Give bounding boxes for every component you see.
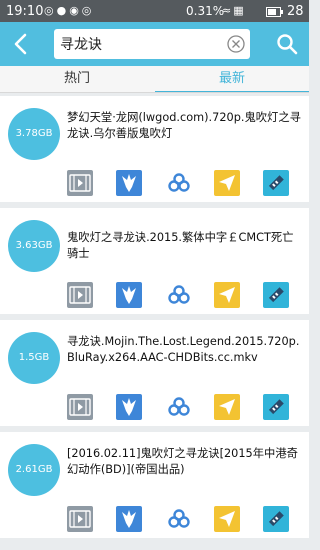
baidu-cloud-icon[interactable] [166,394,192,420]
size-badge: 3.78GB [8,108,60,160]
status-time: 19:10 [6,4,44,19]
thunder-download-icon[interactable] [116,394,142,420]
play-video-icon[interactable] [67,282,93,308]
signal-icons: ≈▦ [222,4,246,17]
status-bar: 19:10 ◎●◉◎ 0.31% ≈▦ 28 [0,0,309,22]
play-video-icon[interactable] [67,170,93,196]
magnet-link-icon[interactable] [263,170,289,196]
notification-icons: ◎●◉◎ [44,4,95,17]
tab-bar: 热门 最新 [0,66,309,93]
result-title[interactable]: 梦幻天堂·龙网(lwgod.com).720p.鬼吹灯之寻龙诀.乌尔善版鬼吹灯 [67,110,303,142]
top-toolbar [0,22,309,66]
battery-level: 28 [287,4,304,19]
back-arrow-icon[interactable] [8,30,36,58]
clear-circle-icon[interactable] [226,34,246,54]
search-input[interactable] [60,33,220,55]
action-bar [0,170,309,198]
play-video-icon[interactable] [67,506,93,532]
size-badge: 2.61GB [8,444,60,496]
result-card[interactable]: 2.61GB [2016.02.11]鬼吹灯之寻龙诀[2015年中港奇幻动作(B… [0,432,309,538]
status-data-usage: 0.31% [186,4,225,18]
tab-hot[interactable]: 热门 [0,66,154,93]
thunder-download-icon[interactable] [116,170,142,196]
size-badge: 3.63GB [8,220,60,272]
play-video-icon[interactable] [67,394,93,420]
magnet-link-icon[interactable] [263,282,289,308]
action-bar [0,506,309,534]
magnet-link-icon[interactable] [263,394,289,420]
result-title[interactable]: 寻龙诀.Mojin.The.Lost.Legend.2015.720p.BluR… [67,334,303,366]
search-box[interactable] [54,29,250,59]
send-share-icon[interactable] [214,170,240,196]
result-title[interactable]: 鬼吹灯之寻龙诀.2015.繁体中字￡CMCT死亡骑士 [67,230,303,262]
send-share-icon[interactable] [214,282,240,308]
tab-divider [0,92,309,93]
thunder-download-icon[interactable] [116,282,142,308]
action-bar [0,282,309,310]
magnet-link-icon[interactable] [263,506,289,532]
tab-latest[interactable]: 最新 [155,66,309,93]
search-icon[interactable] [274,31,300,57]
result-title[interactable]: [2016.02.11]鬼吹灯之寻龙诀[2015年中港奇幻动作(BD)](帝国出… [67,446,303,478]
send-share-icon[interactable] [214,506,240,532]
thunder-download-icon[interactable] [116,506,142,532]
send-share-icon[interactable] [214,394,240,420]
size-badge: 1.5GB [8,332,60,384]
result-card[interactable]: 3.78GB 梦幻天堂·龙网(lwgod.com).720p.鬼吹灯之寻龙诀.乌… [0,96,309,202]
battery-icon [266,7,283,17]
action-bar [0,394,309,422]
result-card[interactable]: 1.5GB 寻龙诀.Mojin.The.Lost.Legend.2015.720… [0,320,309,426]
baidu-cloud-icon[interactable] [166,282,192,308]
baidu-cloud-icon[interactable] [166,170,192,196]
result-card[interactable]: 3.63GB 鬼吹灯之寻龙诀.2015.繁体中字￡CMCT死亡骑士 [0,208,309,314]
baidu-cloud-icon[interactable] [166,506,192,532]
